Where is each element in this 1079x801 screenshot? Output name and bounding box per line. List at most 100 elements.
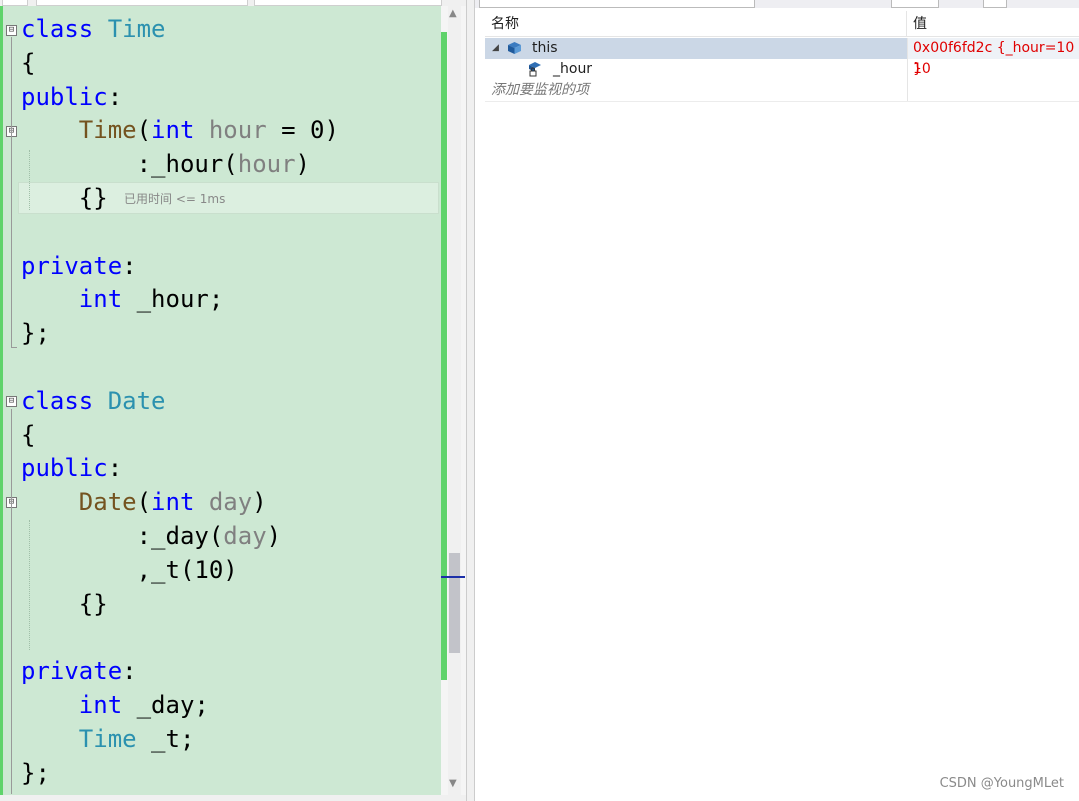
code-token: private bbox=[21, 251, 123, 280]
code-token: Time bbox=[78, 724, 137, 753]
code-token: Time bbox=[78, 116, 137, 145]
watch-name: _hour bbox=[553, 61, 593, 77]
code-line-text: }; bbox=[21, 756, 50, 790]
watch-value[interactable]: 10 bbox=[907, 59, 1079, 80]
code-line[interactable]: {} bbox=[0, 181, 441, 215]
code-line[interactable] bbox=[0, 620, 441, 654]
code-line[interactable] bbox=[0, 215, 441, 249]
code-token: : bbox=[107, 454, 123, 483]
code-line-text: private: bbox=[21, 654, 137, 688]
add-watch-row[interactable]: 添加要监视的项 bbox=[485, 80, 1079, 102]
code-token: = 0) bbox=[266, 116, 339, 145]
watch-window: 名称 值 ◢ this 0x00f6fd2c {_hour=10 } _hour… bbox=[475, 0, 1079, 801]
code-token: ) bbox=[252, 488, 267, 517]
code-line[interactable]: private: bbox=[0, 654, 441, 688]
code-line[interactable]: private: bbox=[0, 249, 441, 283]
code-token: ( bbox=[136, 116, 152, 145]
column-header-value[interactable]: 值 bbox=[907, 11, 1079, 37]
code-line-text: {} bbox=[21, 181, 108, 215]
watch-row-hour[interactable]: _hour 10 bbox=[485, 59, 1079, 80]
code-token: class bbox=[21, 386, 94, 415]
scroll-up-icon[interactable]: ▲ bbox=[449, 8, 457, 19]
expand-toggle-icon[interactable]: ◢ bbox=[492, 38, 499, 59]
search-depth-input[interactable] bbox=[891, 0, 939, 8]
vertical-scrollbar[interactable] bbox=[448, 6, 461, 795]
code-line-text: }; bbox=[21, 316, 50, 350]
code-line-text: class Time bbox=[21, 12, 166, 46]
add-watch-placeholder[interactable]: 添加要监视的项 bbox=[491, 80, 589, 101]
code-line[interactable]: {} bbox=[0, 587, 441, 621]
code-token: public bbox=[21, 82, 108, 111]
code-line[interactable]: Time _t; bbox=[0, 722, 441, 756]
code-token: : bbox=[122, 251, 137, 280]
code-line[interactable]: int _day; bbox=[0, 688, 441, 722]
column-header-name[interactable]: 名称 bbox=[485, 11, 907, 37]
indent-guide bbox=[29, 520, 30, 650]
scrollbar-thumb[interactable] bbox=[449, 553, 460, 653]
code-line-text: Time _t; bbox=[21, 722, 195, 756]
code-token: ) bbox=[266, 522, 282, 550]
code-token: {} bbox=[21, 589, 108, 618]
code-token: Time bbox=[107, 15, 166, 43]
code-line[interactable]: Date(int day) bbox=[0, 485, 441, 519]
code-line-text: { bbox=[21, 418, 35, 452]
fold-toggle-class-date[interactable]: ⊟ bbox=[6, 396, 17, 407]
code-editor[interactable]: 已用时间 <= 1ms class Time{public: Time(int … bbox=[0, 0, 466, 801]
code-token: ( bbox=[136, 488, 152, 517]
code-token: ) bbox=[295, 150, 310, 179]
fold-toggle-class-time[interactable]: ⊟ bbox=[6, 25, 17, 36]
code-token: :_day( bbox=[21, 522, 224, 550]
overview-bar bbox=[441, 32, 447, 680]
watch-toolbar bbox=[475, 0, 1079, 8]
code-line[interactable]: class Date bbox=[0, 384, 441, 418]
code-token: Date bbox=[78, 488, 137, 517]
fold-region-line bbox=[11, 409, 12, 794]
code-line[interactable]: public: bbox=[0, 80, 441, 114]
code-line-text: :_hour(hour) bbox=[21, 147, 310, 181]
fold-region-line bbox=[11, 37, 12, 347]
code-line-text: Date(int day) bbox=[21, 485, 267, 519]
code-line[interactable]: { bbox=[0, 418, 441, 452]
watch-row-this[interactable]: ◢ this 0x00f6fd2c {_hour=10 } bbox=[485, 38, 1079, 77]
watermark: CSDN @YoungMLet bbox=[939, 776, 1064, 791]
code-token: : bbox=[122, 657, 137, 686]
code-line-text: { bbox=[21, 46, 35, 80]
code-line[interactable]: class Time bbox=[0, 12, 441, 46]
code-token: class bbox=[21, 15, 94, 43]
view-toggle-button[interactable] bbox=[983, 0, 1007, 8]
code-line[interactable] bbox=[0, 350, 441, 384]
fold-region-end bbox=[11, 347, 17, 348]
code-line[interactable]: ,_t(10) bbox=[0, 553, 441, 587]
code-token: ,_t(10) bbox=[21, 555, 238, 584]
watch-value[interactable]: 0x00f6fd2c {_hour=10 } bbox=[907, 38, 1079, 77]
code-line[interactable]: Time(int hour = 0) bbox=[0, 113, 441, 147]
code-line-text: {} bbox=[21, 587, 108, 621]
scroll-down-icon[interactable]: ▼ bbox=[449, 778, 457, 789]
code-token: }; bbox=[21, 758, 50, 787]
search-input[interactable] bbox=[479, 0, 755, 8]
code-token: Date bbox=[107, 386, 166, 415]
code-token: :_hour( bbox=[21, 150, 238, 179]
code-line[interactable]: :_day(day) bbox=[0, 519, 441, 553]
code-token: { bbox=[21, 420, 36, 449]
code-line[interactable]: int _hour; bbox=[0, 282, 441, 316]
code-line[interactable]: :_hour(hour) bbox=[0, 147, 441, 181]
code-line[interactable]: { bbox=[0, 46, 441, 80]
code-line[interactable]: }; bbox=[0, 316, 441, 350]
code-token: hour bbox=[237, 150, 296, 179]
pane-splitter[interactable] bbox=[466, 0, 475, 801]
code-token: _day; bbox=[122, 691, 209, 719]
code-token: private bbox=[21, 657, 123, 686]
code-token: hour bbox=[208, 116, 267, 145]
code-line[interactable]: public: bbox=[0, 451, 441, 485]
add-watch-value-cell bbox=[907, 80, 1079, 101]
code-line[interactable]: }; bbox=[0, 756, 441, 790]
code-token: public bbox=[21, 454, 108, 483]
